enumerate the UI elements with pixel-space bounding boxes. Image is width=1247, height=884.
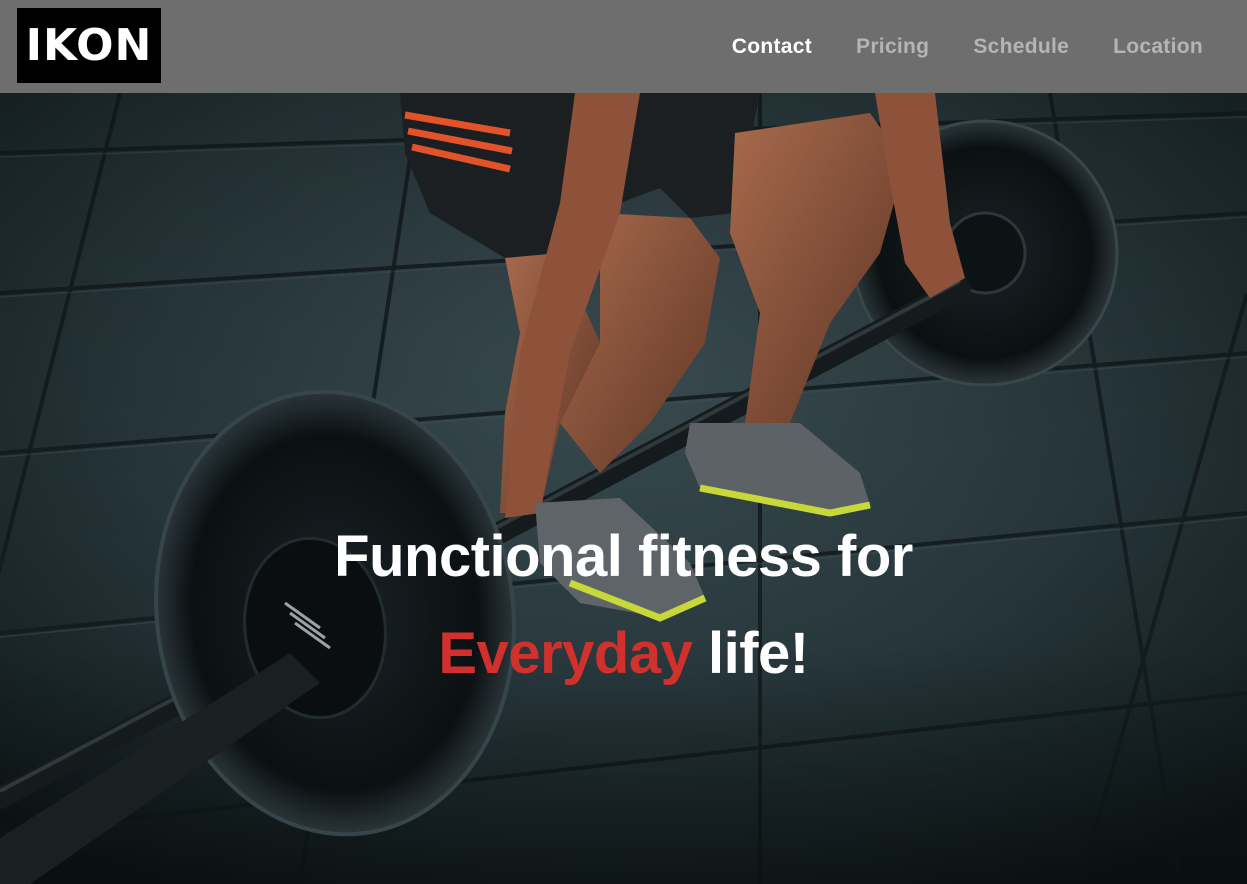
hero-accent-word: Everyday: [438, 621, 693, 686]
nav-link-pricing[interactable]: Pricing: [856, 35, 929, 59]
logo[interactable]: IKON: [17, 8, 161, 83]
hero-background-image: [0, 93, 1247, 884]
nav-link-schedule[interactable]: Schedule: [973, 35, 1069, 59]
hero-section: Functional fitness for Everyday life!: [0, 93, 1247, 884]
navbar: IKON Contact Pricing Schedule Location: [0, 0, 1247, 93]
hero-headline-line1: Functional fitness for: [334, 524, 913, 589]
hero-headline: Functional fitness for Everyday life!: [0, 508, 1247, 702]
hero-headline-line2: life!: [707, 621, 809, 686]
nav-link-location[interactable]: Location: [1113, 35, 1203, 59]
main-nav: Contact Pricing Schedule Location: [732, 0, 1247, 93]
nav-link-contact[interactable]: Contact: [732, 35, 812, 59]
